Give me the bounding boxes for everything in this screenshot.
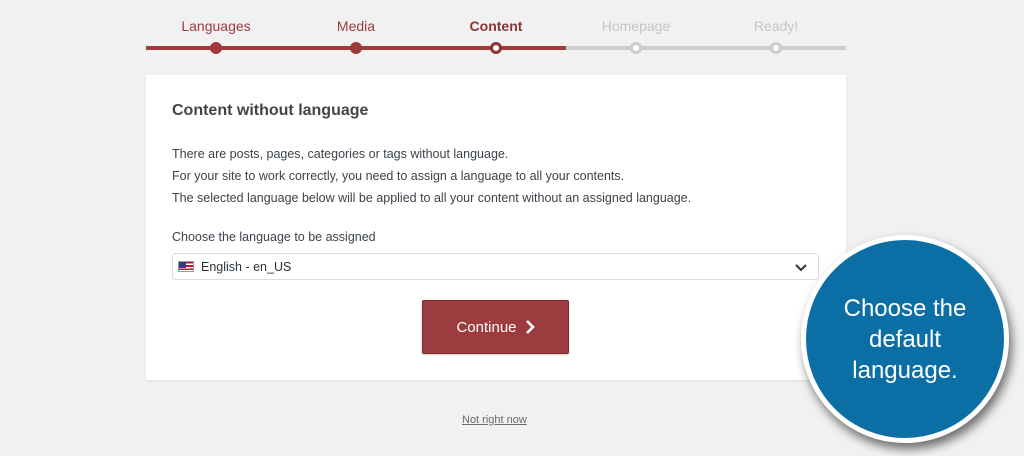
callout-text: Choose the default language. <box>830 293 980 386</box>
step-content-dot <box>490 42 502 54</box>
step-ready: Ready! <box>753 18 799 34</box>
callout-bubble: Choose the default language. <box>801 235 1009 443</box>
chevron-right-icon <box>525 320 535 334</box>
desc-line-2: For your site to work correctly, you nee… <box>172 169 625 183</box>
desc-line-1: There are posts, pages, categories or ta… <box>172 147 509 161</box>
progress-track-remaining <box>566 46 846 50</box>
chevron-down-icon <box>795 264 807 272</box>
step-content: Content <box>469 18 523 34</box>
language-select-label: Choose the language to be assigned <box>172 230 376 244</box>
callout-line-3: language. <box>852 356 958 384</box>
step-media[interactable]: Media <box>337 18 375 34</box>
callout-line-2: default <box>868 325 942 353</box>
continue-button-label: Continue <box>456 318 517 336</box>
desc-line-3: The selected language below will be appl… <box>172 191 692 205</box>
continue-button[interactable]: Continue <box>422 300 569 354</box>
language-select[interactable]: English - en_US <box>172 253 819 280</box>
step-media-dot[interactable] <box>350 42 362 54</box>
not-right-now-link[interactable]: Not right now <box>462 414 527 426</box>
step-languages-dot[interactable] <box>210 42 222 54</box>
step-ready-dot <box>770 42 782 54</box>
us-flag-icon <box>178 261 194 272</box>
callout-line-1: Choose the <box>843 294 967 322</box>
wizard-steps: Languages Media Content Homepage Ready! <box>146 0 846 60</box>
step-homepage: Homepage <box>601 18 671 34</box>
card-title: Content without language <box>172 102 369 119</box>
card-description: There are posts, pages, categories or ta… <box>172 143 691 209</box>
language-select-value: English - en_US <box>201 259 292 274</box>
step-homepage-dot <box>630 42 642 54</box>
step-languages[interactable]: Languages <box>181 18 250 34</box>
content-card: Content without language There are posts… <box>146 75 846 380</box>
